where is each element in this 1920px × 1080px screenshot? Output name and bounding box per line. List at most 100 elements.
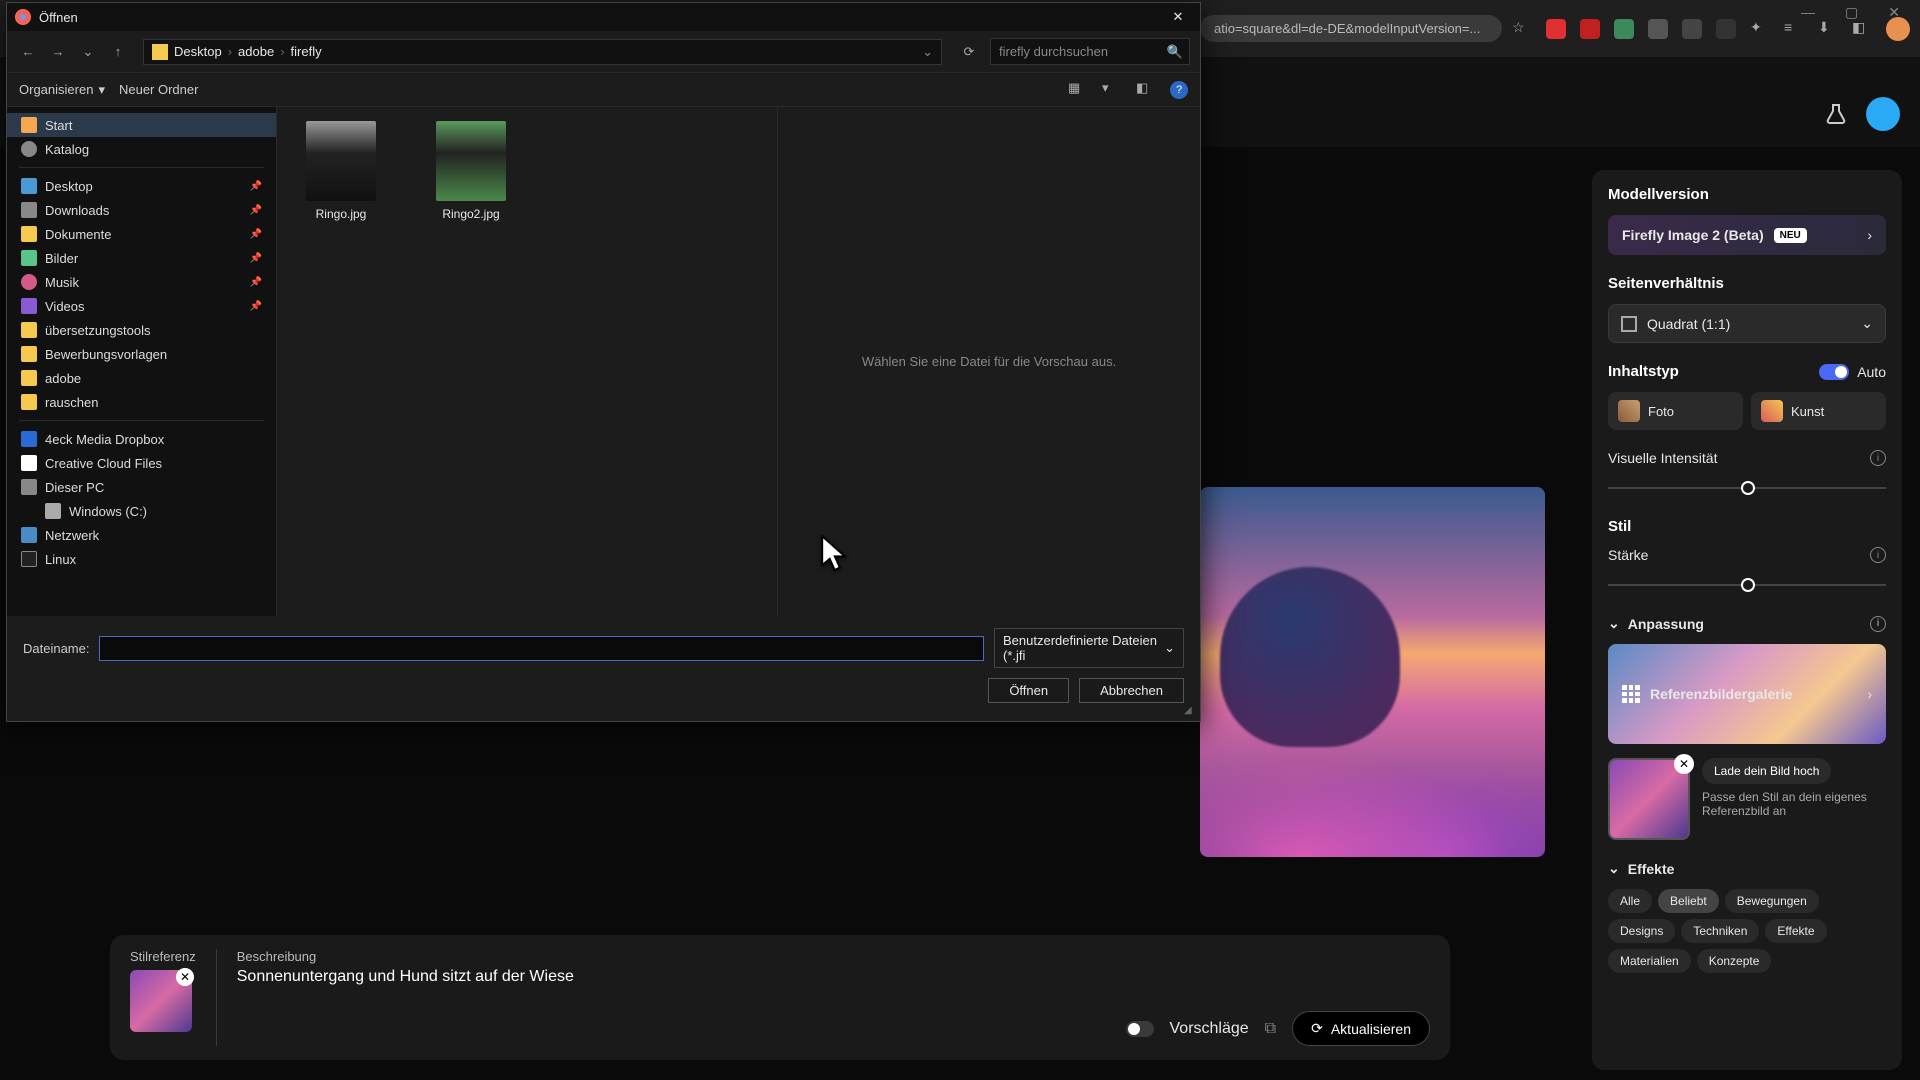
effect-tag[interactable]: Beliebt (1658, 889, 1719, 913)
info-icon[interactable]: i (1870, 450, 1886, 466)
nav-back-icon[interactable]: ← (17, 41, 39, 63)
upload-image-button[interactable]: Lade dein Bild hoch (1702, 758, 1831, 784)
prompt-text[interactable]: Sonnenuntergang und Hund sitzt auf der W… (237, 968, 1430, 986)
file-item[interactable]: Ringo.jpg (291, 121, 391, 602)
refresh-button[interactable]: ⟳ Aktualisieren (1292, 1011, 1430, 1046)
cancel-button[interactable]: Abbrechen (1079, 678, 1184, 703)
sidebar-item[interactable]: übersetzungstools (7, 318, 276, 342)
effekte-header[interactable]: ⌄ Effekte (1608, 860, 1886, 877)
sidebar-item[interactable]: Windows (C:) (7, 499, 276, 523)
model-selector[interactable]: Firefly Image 2 (Beta) NEU › (1608, 215, 1886, 255)
file-grid[interactable]: Ringo.jpg Ringo2.jpg (277, 107, 777, 616)
suggestions-icon[interactable]: ⧉ (1265, 1020, 1276, 1038)
effect-tag[interactable]: Bewegungen (1725, 889, 1819, 913)
sidebar-item[interactable]: Netzwerk (7, 523, 276, 547)
sidebar-item[interactable]: Linux (7, 547, 276, 571)
effect-tag[interactable]: Konzepte (1697, 949, 1772, 973)
sidebar-item[interactable]: Desktop📌 (7, 174, 276, 198)
auto-toggle[interactable] (1819, 364, 1849, 380)
content-chip-kunst[interactable]: Kunst (1751, 392, 1886, 430)
file-type-filter[interactable]: Benutzerdefinierte Dateien (*.jfi ⌄ (994, 628, 1184, 668)
sidebar-item[interactable]: Creative Cloud Files (7, 451, 276, 475)
breadcrumb-item[interactable]: adobe (238, 44, 274, 59)
remove-reference-icon[interactable]: ✕ (1674, 754, 1694, 774)
extension-icon[interactable] (1580, 19, 1600, 39)
dialog-titlebar[interactable]: Öffnen ✕ (7, 3, 1200, 31)
breadcrumb-dropdown-icon[interactable]: ⌄ (922, 44, 933, 60)
extensions-menu-icon[interactable]: ✦ (1750, 19, 1770, 39)
bookmark-star-icon[interactable]: ☆ (1512, 19, 1532, 39)
extension-icon[interactable] (1546, 19, 1566, 39)
dropbox-icon (21, 431, 37, 447)
sidebar-item[interactable]: Downloads📌 (7, 198, 276, 222)
refresh-icon[interactable]: ⟳ (956, 39, 982, 65)
new-folder-button[interactable]: Neuer Ordner (119, 82, 198, 97)
reading-list-icon[interactable]: ≡ (1784, 19, 1804, 39)
max-window-icon[interactable]: ▢ (1845, 4, 1858, 21)
nav-recent-icon[interactable]: ⌄ (77, 41, 99, 63)
user-avatar[interactable] (1866, 97, 1900, 131)
aspect-value: Quadrat (1:1) (1647, 316, 1730, 332)
help-icon[interactable]: ? (1170, 81, 1188, 99)
sidebar-item[interactable]: 4eck Media Dropbox (7, 427, 276, 451)
anpassung-header[interactable]: ⌄ Anpassung i (1608, 615, 1886, 632)
extension-icon[interactable] (1614, 19, 1634, 39)
info-icon[interactable]: i (1870, 616, 1886, 632)
view-mode-icon[interactable]: ▦ (1068, 80, 1088, 100)
remove-ref-icon[interactable]: ✕ (176, 968, 194, 986)
downloads-icon[interactable]: ⬇ (1818, 19, 1838, 39)
effect-tag[interactable]: Designs (1608, 919, 1675, 943)
organize-menu[interactable]: Organisieren ▾ (19, 82, 105, 98)
breadcrumb-item[interactable]: Desktop (174, 44, 222, 59)
suggestions-toggle[interactable] (1126, 1021, 1154, 1037)
beaker-icon[interactable] (1824, 102, 1848, 126)
sidebar-item[interactable]: Bewerbungsvorlagen (7, 342, 276, 366)
effect-tag[interactable]: Effekte (1765, 919, 1826, 943)
nav-forward-icon[interactable]: → (47, 41, 69, 63)
intensity-slider[interactable] (1608, 478, 1886, 498)
sidebar-item[interactable]: Bilder📌 (7, 246, 276, 270)
breadcrumb-item[interactable]: firefly (291, 44, 322, 59)
extension-icon[interactable] (1716, 19, 1736, 39)
extension-icon[interactable] (1648, 19, 1668, 39)
style-ref-thumbnail[interactable]: ✕ (130, 970, 192, 1032)
sidebar-item[interactable]: Dieser PC (7, 475, 276, 499)
effect-tag[interactable]: Alle (1608, 889, 1652, 913)
aspect-select[interactable]: Quadrat (1:1) ⌄ (1608, 304, 1886, 343)
reference-thumbnail[interactable]: ✕ (1608, 758, 1690, 840)
filename-input[interactable] (99, 636, 984, 661)
sidebar-item[interactable]: Start (7, 113, 276, 137)
effect-tag[interactable]: Techniken (1681, 919, 1759, 943)
nav-up-icon[interactable]: ↑ (107, 41, 129, 63)
effect-tag[interactable]: Materialien (1608, 949, 1691, 973)
content-chip-foto[interactable]: Foto (1608, 392, 1743, 430)
sidebar-item[interactable]: Musik📌 (7, 270, 276, 294)
preview-pane-icon[interactable]: ◧ (1136, 80, 1156, 100)
search-input[interactable]: firefly durchsuchen 🔍 (990, 38, 1190, 65)
close-dialog-button[interactable]: ✕ (1164, 7, 1192, 27)
min-window-icon[interactable]: — (1801, 4, 1815, 21)
open-button[interactable]: Öffnen (988, 678, 1069, 703)
strength-slider[interactable] (1608, 575, 1886, 595)
url-bar[interactable]: atio=square&dl=de-DE&modelInputVersion=.… (1200, 15, 1502, 42)
strength-label: Stärke (1608, 547, 1648, 563)
preview-pane: Wählen Sie eine Datei für die Vorschau a… (777, 107, 1200, 616)
info-icon[interactable]: i (1870, 547, 1886, 563)
extension-icon[interactable] (1682, 19, 1702, 39)
file-item[interactable]: Ringo2.jpg (421, 121, 521, 602)
sidebar-item[interactable]: adobe (7, 366, 276, 390)
chevron-down-icon: ⌄ (1164, 640, 1175, 656)
sidepanel-icon[interactable]: ◧ (1852, 19, 1872, 39)
sidebar-item[interactable]: rauschen (7, 390, 276, 414)
sidebar-item[interactable]: Katalog (7, 137, 276, 161)
resize-grip-icon[interactable]: ◢ (1184, 705, 1198, 719)
catalog-icon (21, 141, 37, 157)
chevron-down-icon[interactable]: ▾ (1102, 80, 1122, 100)
close-window-icon[interactable]: ✕ (1888, 4, 1900, 21)
sidebar-item[interactable]: Videos📌 (7, 294, 276, 318)
pin-icon: 📌 (250, 277, 262, 288)
breadcrumb[interactable]: Desktop › adobe › firefly ⌄ (143, 39, 942, 65)
reference-gallery-button[interactable]: Referenzbildergalerie › (1608, 644, 1886, 744)
generated-image[interactable] (1200, 487, 1545, 857)
sidebar-item[interactable]: Dokumente📌 (7, 222, 276, 246)
